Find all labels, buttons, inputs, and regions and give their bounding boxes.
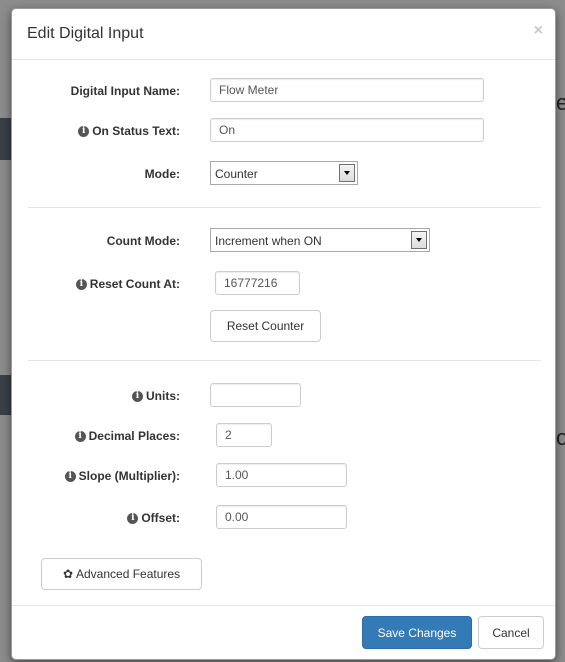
reset-count-row: i Reset Count At: — [12, 271, 555, 299]
info-icon: i — [75, 278, 87, 290]
section-divider — [28, 207, 541, 208]
decimal-places-field[interactable] — [216, 423, 272, 447]
close-icon[interactable]: × — [534, 22, 543, 40]
on-status-text-label: i On Status Text: — [78, 124, 180, 138]
advanced-features-button[interactable]: ✿ Advanced Features — [41, 558, 202, 590]
modal-header: Edit Digital Input × — [12, 9, 555, 60]
modal-title: Edit Digital Input — [27, 25, 144, 42]
advanced-features-label: Advanced Features — [76, 567, 181, 581]
info-icon: i — [78, 125, 90, 137]
info-icon: i — [127, 512, 139, 524]
edit-digital-input-dialog: Edit Digital Input × Digital Input Name:… — [11, 8, 556, 660]
count-mode-select[interactable]: Increment when ON — [210, 228, 430, 252]
digital-input-name-field[interactable] — [210, 78, 484, 102]
slope-row: i Slope (Multiplier): — [12, 463, 555, 491]
section-divider — [28, 360, 541, 361]
cog-icon: ✿ — [62, 567, 73, 581]
mode-select[interactable]: Counter — [210, 161, 358, 185]
background-text: e — [556, 90, 565, 115]
offset-row: i Offset: — [12, 505, 555, 533]
info-icon: i — [74, 430, 86, 442]
digital-input-name-row: Digital Input Name: — [12, 78, 555, 106]
reset-count-label: i Reset Count At: — [75, 277, 180, 291]
reset-counter-button[interactable]: Reset Counter — [210, 310, 321, 342]
info-icon: i — [132, 390, 143, 402]
on-status-text-row: i On Status Text: — [12, 118, 555, 146]
count-mode-selected-value: Increment when ON — [215, 234, 322, 248]
save-changes-button[interactable]: Save Changes — [362, 616, 472, 649]
chevron-down-icon[interactable] — [411, 231, 427, 249]
background-text: o — [556, 425, 565, 450]
mode-label: Mode: — [144, 167, 180, 181]
mode-row: Mode: Counter — [12, 161, 555, 189]
digital-input-name-label: Digital Input Name: — [70, 84, 180, 98]
units-field[interactable] — [210, 383, 301, 407]
modal-footer-divider — [12, 605, 555, 606]
slope-label: i Slope (Multiplier): — [64, 469, 180, 483]
mode-selected-value: Counter — [215, 167, 258, 181]
count-mode-label: Count Mode: — [106, 234, 180, 248]
decimal-places-label: i Decimal Places: — [74, 429, 180, 443]
info-icon: i — [64, 470, 76, 482]
units-row: i Units: — [12, 383, 555, 411]
reset-count-field[interactable] — [215, 271, 300, 295]
offset-label: i Offset: — [127, 511, 180, 525]
decimal-places-row: i Decimal Places: — [12, 423, 555, 451]
offset-field[interactable] — [216, 505, 347, 529]
chevron-down-icon[interactable] — [339, 164, 355, 182]
slope-field[interactable] — [216, 463, 347, 487]
cancel-button[interactable]: Cancel — [478, 616, 544, 649]
units-label: i Units: — [132, 389, 180, 403]
count-mode-row: Count Mode: Increment when ON — [12, 228, 555, 256]
on-status-text-field[interactable] — [210, 118, 484, 142]
